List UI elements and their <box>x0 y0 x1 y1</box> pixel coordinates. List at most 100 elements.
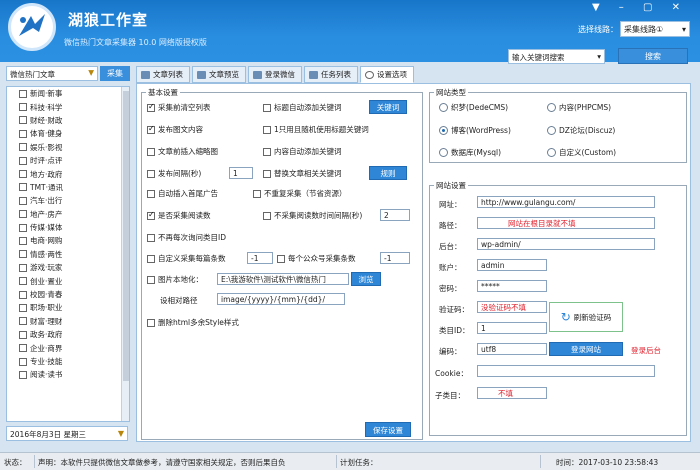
checkbox[interactable] <box>19 250 27 259</box>
checkbox[interactable] <box>147 124 155 134</box>
site-type-option[interactable]: 数据库(Mysql) <box>439 147 501 158</box>
tab-4[interactable]: 设置选项 <box>360 66 414 83</box>
collect-button[interactable]: 采集 <box>100 66 130 81</box>
category-item[interactable]: 新闻·新事 <box>7 87 129 100</box>
category-item[interactable]: 阅读·读书 <box>7 368 129 381</box>
keyword-button[interactable]: 关键词 <box>369 100 407 114</box>
category-item[interactable]: 校园·青春 <box>7 288 129 301</box>
site-type-option[interactable]: 织梦(DedeCMS) <box>439 102 508 113</box>
line-select[interactable]: 采集线路① ▾ <box>620 21 690 37</box>
captcha-input[interactable]: 没验证码不填 <box>477 301 547 313</box>
radio[interactable] <box>547 103 556 112</box>
category-item[interactable]: 体育·健身 <box>7 127 129 140</box>
checkbox[interactable] <box>19 370 27 379</box>
date-picker[interactable]: 2016年8月3日 星期三 ▼ <box>6 426 128 441</box>
checkbox[interactable] <box>19 196 27 205</box>
checkbox[interactable] <box>19 210 27 219</box>
keyword-search-input[interactable]: 输入关键词搜索 ▾ <box>508 49 605 64</box>
category-item[interactable]: 传媒·媒体 <box>7 221 129 234</box>
opt-remove-style[interactable]: 删除html多余Style样式 <box>147 317 239 328</box>
category-item[interactable]: TMT·通讯 <box>7 181 129 194</box>
opt-random-keyword[interactable]: 1只用且随机使用标题关键词 <box>263 124 369 135</box>
radio[interactable] <box>547 126 556 135</box>
category-item[interactable]: 企业·商界 <box>7 341 129 354</box>
checkbox[interactable] <box>19 317 27 326</box>
checkbox[interactable] <box>19 263 27 272</box>
checkbox[interactable] <box>19 116 27 125</box>
checkbox[interactable] <box>19 277 27 286</box>
checkbox[interactable] <box>19 156 27 165</box>
category-item[interactable]: 职场·职业 <box>7 301 129 314</box>
save-settings-button[interactable]: 保存设置 <box>365 422 411 437</box>
opt-title-keyword[interactable]: 标题自动添加关键词 <box>263 102 342 113</box>
checkbox[interactable] <box>263 169 271 178</box>
checkbox[interactable] <box>19 170 27 179</box>
rules-button[interactable]: 规则 <box>369 166 407 180</box>
publish-interval-input[interactable]: 1 <box>229 167 253 179</box>
opt-publish-images[interactable]: 发布图文内容 <box>147 124 203 135</box>
opt-image-local[interactable]: 图片本地化： <box>147 274 203 285</box>
opt-insert-thumb[interactable]: 文章前插入缩略图 <box>147 146 218 157</box>
checkbox[interactable] <box>19 103 27 112</box>
category-item[interactable]: 游戏·玩家 <box>7 261 129 274</box>
site-type-option[interactable]: DZ论坛(Discuz) <box>547 125 615 136</box>
site-type-option[interactable]: 博客(WordPress) <box>439 125 511 136</box>
checkbox[interactable] <box>19 129 27 138</box>
category-item[interactable]: 地方·政府 <box>7 167 129 180</box>
checkbox[interactable] <box>19 330 27 339</box>
checkbox[interactable] <box>147 169 155 178</box>
checkbox[interactable] <box>19 183 27 192</box>
password-input[interactable]: ***** <box>477 280 547 292</box>
checkbox[interactable] <box>263 147 271 156</box>
subcat-input[interactable]: 不填 <box>477 387 547 399</box>
checkbox[interactable] <box>147 147 155 156</box>
opt-no-query-cat[interactable]: 不再每次询问类目ID <box>147 232 226 243</box>
opt-no-reads-interval[interactable]: 不采集阅读数时间间隔(秒) <box>263 210 362 221</box>
checkbox[interactable] <box>263 103 271 112</box>
category-item[interactable]: 地产·房产 <box>7 208 129 221</box>
radio[interactable] <box>439 103 448 112</box>
catid-input[interactable]: 1 <box>477 322 547 334</box>
checkbox[interactable] <box>19 236 27 245</box>
image-path-input[interactable]: E:\我游软件\测试软件\微信热门 <box>217 273 349 285</box>
checkbox[interactable] <box>19 143 27 152</box>
path-input[interactable]: 网站在根目录就不填 <box>477 217 655 229</box>
opt-auto-ad[interactable]: 自动插入首尾广告 <box>147 188 218 199</box>
scrollbar-thumb[interactable] <box>123 91 129 381</box>
category-item[interactable]: 专业·技能 <box>7 355 129 368</box>
category-item[interactable]: 娱乐·影视 <box>7 141 129 154</box>
search-button[interactable]: 搜索 <box>618 48 688 64</box>
category-item[interactable]: 汽车·出行 <box>7 194 129 207</box>
url-input[interactable]: http://www.gulangu.com/ <box>477 196 655 208</box>
image-rule-input[interactable]: image/{yyyy}/{mm}/{dd}/ <box>217 293 345 305</box>
checkbox[interactable] <box>147 189 155 198</box>
cookie-input[interactable] <box>477 365 655 377</box>
checkbox[interactable] <box>19 303 27 312</box>
tab-3[interactable]: 任务列表 <box>304 66 358 83</box>
checkbox[interactable] <box>277 254 285 263</box>
checkbox[interactable] <box>263 211 271 220</box>
checkbox[interactable] <box>263 125 271 134</box>
opt-publish-interval[interactable]: 发布间隔(秒) <box>147 168 201 179</box>
category-item[interactable]: 财经·财政 <box>7 114 129 127</box>
admin-input[interactable]: wp-admin/ <box>477 238 655 250</box>
category-item[interactable]: 电商·网购 <box>7 234 129 247</box>
opt-no-repeat[interactable]: 不重复采集（节省资源） <box>253 188 347 199</box>
checkbox[interactable] <box>19 89 27 98</box>
browse-button[interactable]: 浏览 <box>351 272 381 286</box>
tab-1[interactable]: 文章预览 <box>192 66 246 83</box>
window-controls[interactable]: ▼ – ▢ ✕ <box>592 2 688 13</box>
checkbox[interactable] <box>19 290 27 299</box>
checkbox[interactable] <box>19 344 27 353</box>
radio[interactable] <box>439 126 448 135</box>
checkbox[interactable] <box>19 357 27 366</box>
tab-2[interactable]: 登录微信 <box>248 66 302 83</box>
checkbox[interactable] <box>147 102 155 112</box>
opt-collect-before[interactable]: 采集前清空列表 <box>147 102 211 113</box>
checkbox[interactable] <box>253 189 261 198</box>
opt-collect-reads[interactable]: 是否采集阅读数 <box>147 210 211 221</box>
category-scrollbar[interactable] <box>121 87 129 421</box>
category-item[interactable]: 财富·理财 <box>7 315 129 328</box>
checkbox[interactable] <box>147 233 155 242</box>
custom-count-input[interactable]: -1 <box>247 252 273 264</box>
